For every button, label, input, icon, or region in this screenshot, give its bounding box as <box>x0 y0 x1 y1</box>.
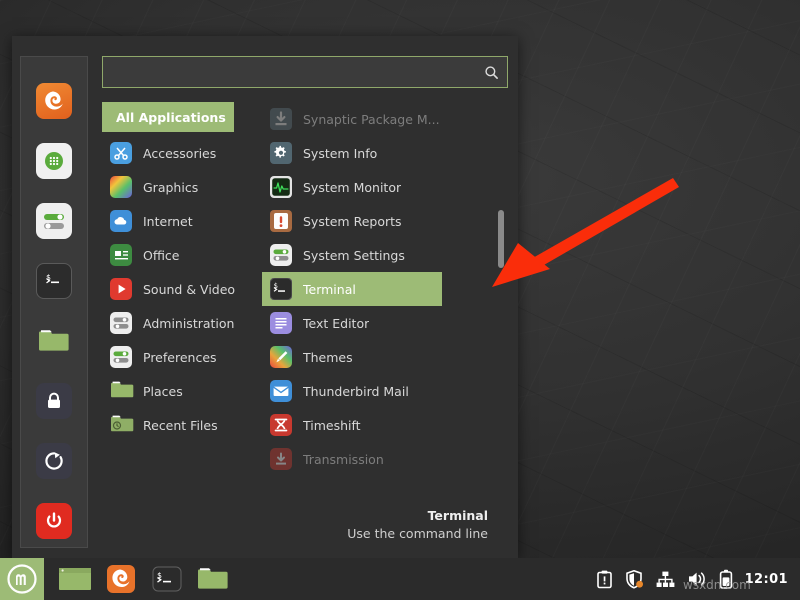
selection-description: Terminal Use the command line <box>102 502 508 558</box>
app-item-label: Synaptic Package M... <box>303 111 440 127</box>
category-all-applications-label: All Applications <box>116 109 226 125</box>
transmission-icon <box>270 448 292 470</box>
cloud-icon <box>110 210 132 232</box>
category-item-accessories[interactable]: Accessories <box>102 136 256 170</box>
firefox-icon[interactable] <box>36 83 72 119</box>
palette-icon <box>110 176 132 198</box>
app-item-text-editor[interactable]: Text Editor <box>262 306 508 340</box>
terminal-icon[interactable]: $ <box>36 263 72 299</box>
pulse-icon <box>270 176 292 198</box>
application-list-scrollbar[interactable] <box>498 210 504 268</box>
category-item-label: Office <box>143 247 180 263</box>
app-item-transmission[interactable]: Transmission <box>262 442 508 476</box>
app-item-system-monitor[interactable]: System Monitor <box>262 170 508 204</box>
watermark: wsxdn.com <box>683 578 751 592</box>
app-item-label: Themes <box>303 349 353 365</box>
app-item-timeshift[interactable]: Timeshift <box>262 408 508 442</box>
sliders-icon <box>110 312 132 334</box>
menu-columns: All Applications Accessories Graphics In… <box>102 102 508 502</box>
app-item-system-reports[interactable]: System Reports <box>262 204 508 238</box>
category-item-label: Internet <box>143 213 193 229</box>
app-item-label: System Monitor <box>303 179 402 195</box>
category-item-preferences[interactable]: Preferences <box>102 340 256 374</box>
category-item-administration[interactable]: Administration <box>102 306 256 340</box>
category-all-applications[interactable]: All Applications <box>102 102 234 132</box>
selection-description-text: Use the command line <box>347 526 488 541</box>
toggle-icon <box>270 244 292 266</box>
category-item-graphics[interactable]: Graphics <box>102 170 256 204</box>
app-item-themes[interactable]: Themes <box>262 340 508 374</box>
category-item-label: Graphics <box>143 179 199 195</box>
app-item-system-info[interactable]: System Info <box>262 136 508 170</box>
update-manager-icon[interactable] <box>596 570 613 589</box>
category-item-label: Sound & Video <box>143 281 236 297</box>
category-item-places[interactable]: Places <box>102 374 256 408</box>
window-list: $ <box>44 564 232 594</box>
recent-clock-icon <box>110 414 134 436</box>
app-item-terminal[interactable]: $ Terminal <box>262 272 442 306</box>
folder-icon <box>110 380 134 402</box>
search-icon <box>484 65 499 80</box>
taskbar: $ 12:01 <box>0 558 800 600</box>
play-icon <box>110 278 132 300</box>
category-item-office[interactable]: Office <box>102 238 256 272</box>
brush-icon <box>270 346 292 368</box>
category-item-label: Places <box>143 383 183 399</box>
app-item-label: Timeshift <box>303 417 361 433</box>
log-out-icon[interactable] <box>36 443 72 479</box>
scissors-icon <box>110 142 132 164</box>
category-item-label: Recent Files <box>143 417 218 433</box>
search-box[interactable] <box>102 56 508 88</box>
timeshift-icon <box>270 414 292 436</box>
app-item-label: Thunderbird Mail <box>303 383 409 399</box>
category-item-label: Administration <box>143 315 235 331</box>
text-lines-icon <box>270 312 292 334</box>
app-item-label: System Reports <box>303 213 402 229</box>
app-item-label: Transmission <box>303 451 384 467</box>
application-menu: $ All Applications Accessories Graphics … <box>12 36 518 558</box>
document-icon <box>110 244 132 266</box>
app-item-synaptic-package-manager[interactable]: Synaptic Package M... <box>262 102 508 136</box>
shield-icon[interactable] <box>625 569 644 589</box>
files-icon[interactable] <box>36 323 72 359</box>
gear-icon <box>270 142 292 164</box>
window-button-folder[interactable] <box>194 564 232 594</box>
app-item-system-settings[interactable]: System Settings <box>262 238 508 272</box>
app-item-label: Terminal <box>303 281 356 297</box>
quit-icon[interactable] <box>36 503 72 539</box>
network-icon[interactable] <box>656 571 675 588</box>
window-button-terminal[interactable]: $ <box>148 564 186 594</box>
category-list: All Applications Accessories Graphics In… <box>102 102 262 502</box>
app-item-label: System Settings <box>303 247 405 263</box>
envelope-icon <box>270 380 292 402</box>
alert-icon <box>270 210 292 232</box>
system-settings-icon[interactable] <box>36 203 72 239</box>
menu-main-area: All Applications Accessories Graphics In… <box>88 36 518 558</box>
category-item-sound-video[interactable]: Sound & Video <box>102 272 256 306</box>
app-item-label: System Info <box>303 145 378 161</box>
mint-menu-button[interactable] <box>0 558 44 600</box>
category-item-label: Accessories <box>143 145 217 161</box>
category-item-internet[interactable]: Internet <box>102 204 256 238</box>
software-manager-icon[interactable] <box>36 143 72 179</box>
download-arrow-icon <box>270 108 292 130</box>
clock[interactable]: 12:01 <box>745 572 788 587</box>
app-item-thunderbird-mail[interactable]: Thunderbird Mail <box>262 374 508 408</box>
category-item-recent-files[interactable]: Recent Files <box>102 408 256 442</box>
search-input[interactable] <box>113 64 484 80</box>
category-item-label: Preferences <box>143 349 217 365</box>
terminal-icon: $ <box>270 278 292 300</box>
app-item-label: Text Editor <box>303 315 370 331</box>
toggle-icon <box>110 346 132 368</box>
favorites-sidebar: $ <box>20 56 88 548</box>
application-list: Synaptic Package M... System Info System… <box>262 102 508 502</box>
window-button-files[interactable] <box>56 564 94 594</box>
window-button-firefox[interactable] <box>102 564 140 594</box>
lock-screen-icon[interactable] <box>36 383 72 419</box>
selection-title: Terminal <box>427 508 488 523</box>
